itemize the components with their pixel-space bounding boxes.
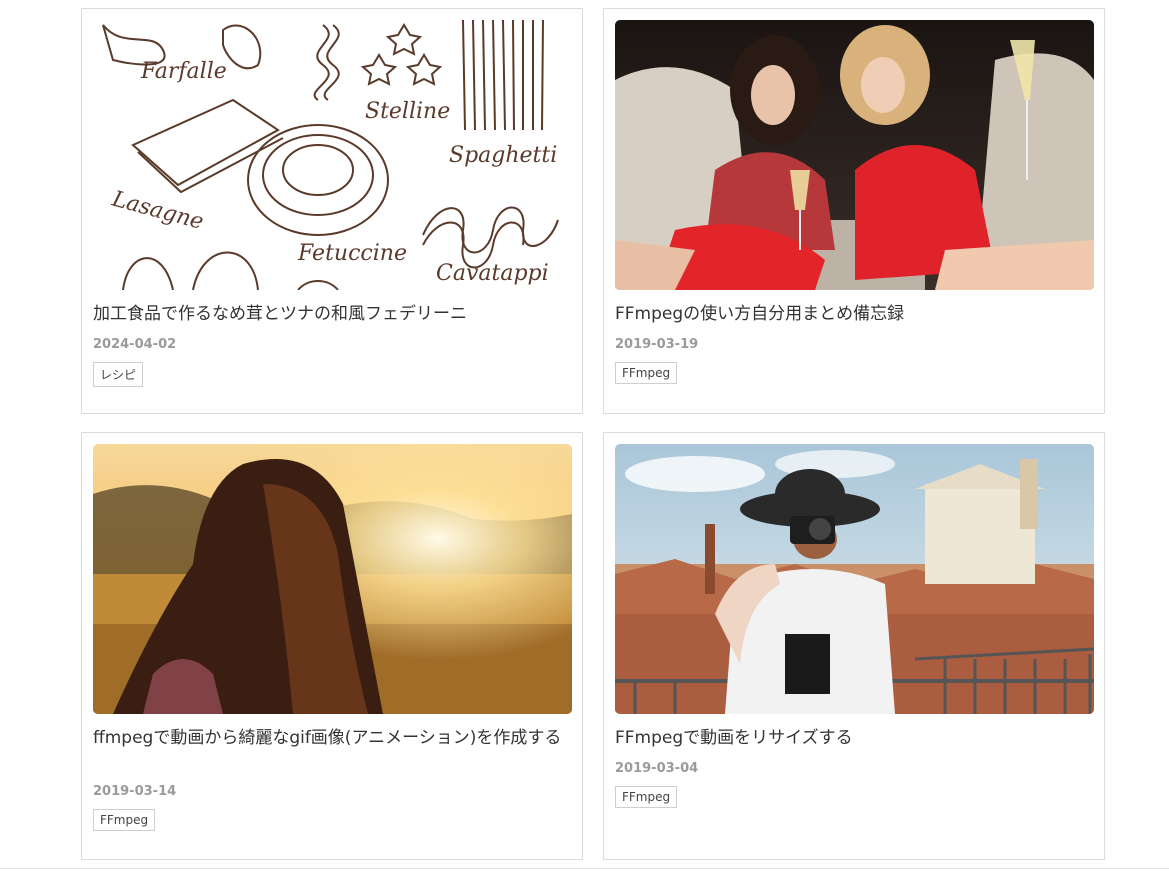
photo-photographer-city (615, 444, 1094, 714)
article-card[interactable]: FFmpegで動画をリサイズする 2019-03-04 FFmpeg (603, 432, 1105, 860)
article-date: 2024-04-02 (93, 337, 177, 352)
pasta-label-spaghetti: Spaghetti (449, 143, 557, 168)
article-title[interactable]: 加工食品で作るなめ茸とツナの和風フェデリーニ (93, 302, 563, 326)
article-tag[interactable]: FFmpeg (93, 809, 156, 831)
article-date: 2019-03-04 (615, 761, 699, 776)
pasta-label-cavatappi: Cavatappi (436, 261, 549, 286)
article-date: 2019-03-14 (93, 784, 177, 799)
page-divider (0, 868, 1169, 869)
article-title[interactable]: ffmpegで動画から綺麗なgif画像(アニメーション)を作成する (93, 726, 563, 750)
article-tag[interactable]: FFmpeg (615, 362, 678, 384)
article-title[interactable]: FFmpegで動画をリサイズする (615, 726, 1085, 750)
article-tag[interactable]: レシピ (93, 362, 144, 387)
pasta-label-fetuccine: Fetuccine (297, 241, 407, 266)
pasta-label-stelline: Stelline (365, 99, 450, 124)
article-thumbnail[interactable] (93, 444, 572, 714)
article-card[interactable]: FFmpegの使い方自分用まとめ備忘録 2019-03-19 FFmpeg (603, 8, 1105, 414)
article-date: 2019-03-19 (615, 337, 699, 352)
article-title[interactable]: FFmpegの使い方自分用まとめ備忘録 (615, 302, 1085, 326)
article-thumbnail[interactable] (615, 444, 1094, 714)
article-card[interactable]: ffmpegで動画から綺麗なgif画像(アニメーション)を作成する 2019-0… (81, 432, 583, 860)
pasta-illustration: Farfalle Stelline Spaghetti Lasagne Fetu… (93, 20, 572, 290)
article-card[interactable]: Farfalle Stelline Spaghetti Lasagne Fetu… (81, 8, 583, 414)
pasta-label-farfalle: Farfalle (140, 59, 227, 84)
article-tag[interactable]: FFmpeg (615, 786, 678, 808)
article-thumbnail[interactable] (615, 20, 1094, 290)
photo-sunset-field (93, 444, 572, 714)
article-thumbnail[interactable]: Farfalle Stelline Spaghetti Lasagne Fetu… (93, 20, 572, 290)
photo-women-in-car (615, 20, 1094, 290)
